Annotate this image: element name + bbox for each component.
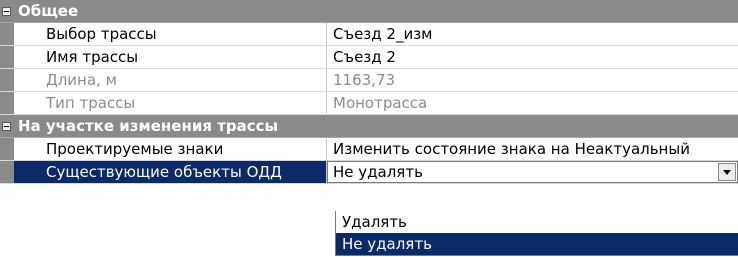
property-name: Длина, м [14,69,327,91]
dropdown-option-keep[interactable]: Не удалять [336,233,738,255]
property-row-existing-objects[interactable]: Существующие объекты ОДД Не удалять [0,161,738,184]
property-name: Существующие объекты ОДД [14,161,327,183]
property-row-designed-signs[interactable]: Проектируемые знаки Изменить состояние з… [0,138,738,161]
collapse-icon[interactable] [2,121,11,131]
category-title: Общее [18,2,79,20]
property-value-editor[interactable]: Не удалять [327,161,738,183]
row-gutter [0,69,14,91]
dropdown-button[interactable] [718,163,736,181]
property-name: Тип трассы [14,92,327,114]
chevron-down-icon [723,169,731,175]
property-value: Монотрасса [333,94,428,112]
property-grid: Общее Выбор трассы Съезд 2_изм Имя трасс… [0,0,738,184]
collapse-icon[interactable] [2,6,11,16]
category-title: На участке изменения трассы [18,117,279,135]
property-name: Выбор трассы [14,23,327,45]
property-value[interactable]: Съезд 2 [327,46,738,68]
property-name: Проектируемые знаки [14,138,327,160]
property-row-length[interactable]: Длина, м 1163,73 [0,69,738,92]
row-gutter [0,46,14,68]
property-value[interactable]: Изменить состояние знака на Неактуальный [327,138,738,160]
dropdown-list: Удалять Не удалять [335,211,738,256]
property-row-route-type[interactable]: Тип трассы Монотрасса [0,92,738,115]
property-value[interactable]: Съезд 2_изм [327,23,738,45]
property-row-route-name[interactable]: Имя трассы Съезд 2 [0,46,738,69]
category-general[interactable]: Общее [0,0,738,23]
row-gutter [0,161,14,183]
row-gutter [0,92,14,114]
row-gutter [0,138,14,160]
property-row-route-choice[interactable]: Выбор трассы Съезд 2_изм [0,23,738,46]
value-combobox[interactable]: Не удалять [327,161,738,183]
row-gutter [0,23,14,45]
property-value: 1163,73 [333,71,396,89]
dropdown-option-delete[interactable]: Удалять [336,211,738,233]
category-change-section[interactable]: На участке изменения трассы [0,115,738,138]
property-name: Имя трассы [14,46,327,68]
combobox-text[interactable]: Не удалять [328,163,718,181]
